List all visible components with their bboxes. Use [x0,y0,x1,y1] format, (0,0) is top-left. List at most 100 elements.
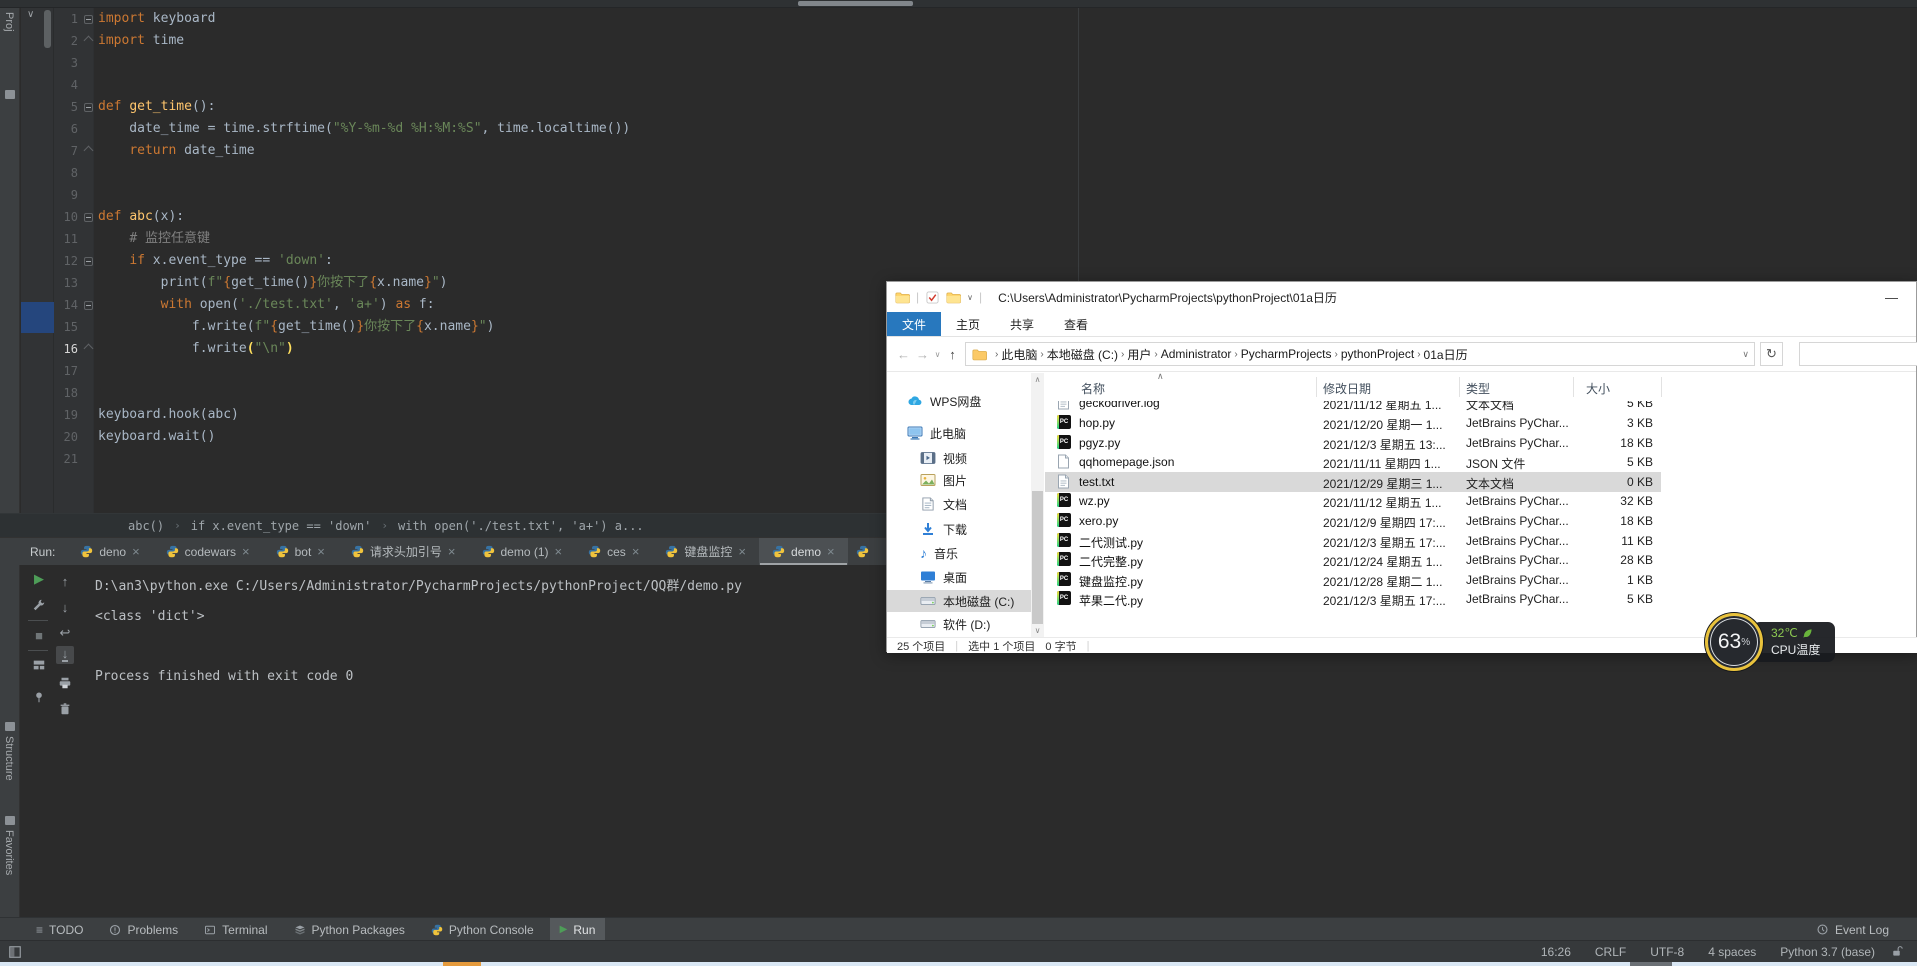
line-number[interactable]: 16 [54,338,78,360]
event-log-button[interactable]: Event Log [1816,918,1889,941]
structure-icon[interactable] [5,722,15,731]
address-crumb[interactable]: 用户 [1127,346,1151,363]
ribbon-tab-主页[interactable]: 主页 [941,312,995,336]
scrollbar-thumb[interactable] [1032,491,1043,624]
scrollbar-thumb[interactable] [798,1,913,6]
line-number[interactable]: 10 [54,206,78,228]
file-row[interactable]: PChop.py2021/12/20 星期一 1...JetBrains PyC… [1045,413,1661,433]
code-line[interactable]: with open('./test.txt', 'a+') as f: [98,294,435,316]
breadcrumb-item[interactable]: if x.event_type == 'down' [191,519,372,533]
sidebar-item-文档[interactable]: 文档 [887,493,1031,515]
qat-dropdown-icon[interactable]: ∨ [967,293,973,302]
address-crumb[interactable]: PycharmProjects [1241,347,1332,361]
fold-marker-icon[interactable] [84,15,93,24]
fold-marker-icon[interactable] [84,213,93,222]
line-number[interactable]: 5 [54,96,78,118]
folder-icon[interactable] [946,291,961,304]
address-dropdown-icon[interactable]: ∨ [1742,349,1749,360]
run-tab[interactable]: codewars× [153,538,263,566]
fold-marker-icon[interactable] [84,301,93,310]
address-crumb[interactable]: 此电脑 [1001,346,1037,363]
scroll-up-icon[interactable]: ∧ [1031,373,1044,386]
line-number[interactable]: 12 [54,250,78,272]
status-widget[interactable]: Python 3.7 (base) [1780,945,1875,959]
line-number[interactable]: 3 [54,52,78,74]
close-icon[interactable]: × [448,544,456,559]
fold-marker-icon[interactable] [84,103,93,112]
code-line[interactable]: keyboard.hook(abc) [98,404,239,426]
toolwindow-switcher-icon[interactable] [8,945,22,962]
column-divider[interactable] [1661,377,1662,397]
close-icon[interactable]: × [242,544,250,559]
toolwindow-tab-todo[interactable]: ≡TODO [26,918,93,941]
down-stacktrace-icon[interactable]: ↓ [56,598,74,616]
explorer-title-bar[interactable]: | ∨ | C:\Users\Administrator\PycharmProj… [887,282,1916,312]
sidebar-item-图片[interactable]: 图片 [887,469,1031,491]
code-line[interactable]: import keyboard [98,8,215,30]
line-number[interactable]: 11 [54,228,78,250]
structure-tool-button[interactable]: Structure [3,736,15,781]
toolwindow-tab-python-packages[interactable]: Python Packages [284,918,415,941]
close-icon[interactable]: × [827,544,835,559]
soft-wrap-icon[interactable]: ↩ [56,624,74,642]
address-crumb[interactable]: pythonProject [1341,347,1414,361]
toolwindow-tab-terminal[interactable]: Terminal [194,918,277,941]
fold-marker-icon[interactable] [84,146,94,156]
up-button[interactable]: ↑ [943,347,962,362]
file-row[interactable]: test.txt2021/12/29 星期三 1...文本文档0 KB [1045,472,1661,492]
toolwindow-tab-problems[interactable]: Problems [99,918,188,941]
line-number[interactable]: 14 [54,294,78,316]
line-number[interactable]: 17 [54,360,78,382]
file-row[interactable]: PC苹果二代.py2021/12/3 星期五 17:...JetBrains P… [1045,589,1661,609]
breadcrumb-item[interactable]: with open('./test.txt', 'a+') a... [398,519,644,533]
favorites-icon[interactable] [5,816,15,825]
line-number[interactable]: 8 [54,162,78,184]
line-number[interactable]: 18 [54,382,78,404]
sidebar-item-视频[interactable]: 视频 [887,447,1031,469]
fold-marker-icon[interactable] [84,344,94,354]
address-crumb[interactable]: 01a日历 [1424,346,1468,363]
file-row[interactable]: PCwz.py2021/11/12 星期五 1...JetBrains PyCh… [1045,491,1661,511]
run-tab[interactable]: ces× [575,538,652,566]
code-line[interactable]: print(f"{get_time()}你按下了{x.name}") [98,272,447,294]
run-tab[interactable]: 请求头加引号× [338,538,469,566]
code-line[interactable]: date_time = time.strftime("%Y-%m-%d %H:%… [98,118,630,140]
rerun-button[interactable]: ▶ [30,570,48,588]
code-line[interactable]: def abc(x): [98,206,184,228]
breadcrumb-item[interactable]: abc() [128,519,164,533]
line-number[interactable]: 20 [54,426,78,448]
column-header-类型[interactable]: 类型 [1466,380,1490,397]
code-line[interactable]: f.write(f"{get_time()}你按下了{x.name}") [98,316,494,338]
close-icon[interactable]: × [632,544,640,559]
file-row[interactable]: PCpgyz.py2021/12/3 星期五 13:...JetBrains P… [1045,433,1661,453]
status-widget[interactable]: 16:26 [1541,945,1571,959]
scroll-down-icon[interactable]: ∨ [1031,624,1044,637]
sidebar-item-软件 (D:)[interactable]: 软件 (D:) [887,613,1031,635]
fold-marker-icon[interactable] [84,257,93,266]
fold-marker-icon[interactable] [84,36,94,46]
run-tab[interactable] [848,538,870,566]
toolwindow-tab-python-console[interactable]: Python Console [421,918,544,941]
run-tab[interactable]: bot× [263,538,338,566]
sidebar-item-桌面[interactable]: 桌面 [887,566,1031,588]
cpu-monitor-widget[interactable]: 32℃ CPU温度 63 % [1705,613,1837,675]
sidebar-item-此电脑[interactable]: 此电脑 [887,422,1031,444]
print-icon[interactable] [56,674,74,692]
close-icon[interactable]: × [555,544,563,559]
close-icon[interactable]: × [738,544,746,559]
up-stacktrace-icon[interactable]: ↑ [56,572,74,590]
line-number[interactable]: 13 [54,272,78,294]
file-row[interactable]: PCxero.py2021/12/9 星期四 17:...JetBrains P… [1045,511,1661,531]
code-line[interactable]: return date_time [98,140,255,162]
code-line[interactable]: import time [98,30,184,52]
column-divider[interactable] [1459,377,1460,397]
line-number[interactable]: 6 [54,118,78,140]
line-number[interactable]: 15 [54,316,78,338]
line-number[interactable]: 19 [54,404,78,426]
sidebar-item-WPS网盘[interactable]: WPS网盘 [887,390,1031,412]
run-tab[interactable]: deno× [67,538,152,566]
code-line[interactable]: if x.event_type == 'down': [98,250,333,272]
stop-button[interactable]: ■ [30,626,48,644]
line-number[interactable]: 4 [54,74,78,96]
status-widget[interactable]: UTF-8 [1650,945,1684,959]
